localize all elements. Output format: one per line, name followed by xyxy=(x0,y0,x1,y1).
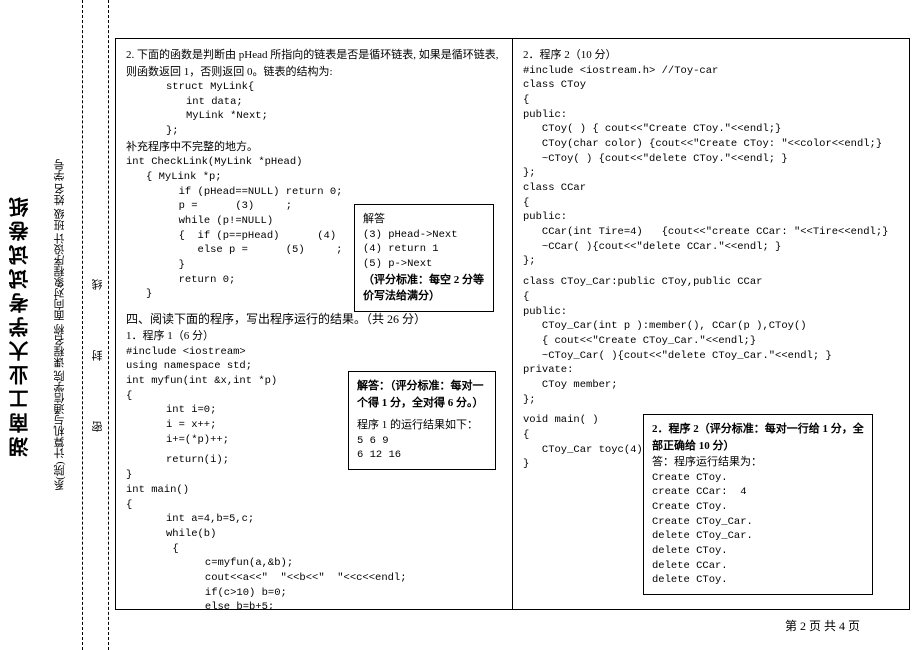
exam-title: 湖南工业大学考试试卷纸 xyxy=(6,193,35,457)
code: c=myfun(a,&b); xyxy=(126,556,502,571)
student-info-line: 系(院) 计算机与通信学院 课程名称 面向对象程序设计 班级 姓名 学号 xyxy=(52,159,68,491)
code: CToy(char color) {cout<<"Create CToy: "<… xyxy=(523,137,899,152)
code: }; xyxy=(126,124,502,139)
main-content: 2. 下面的函数是判断由 pHead 所指向的链表是否是循环链表, 如果是循环链… xyxy=(115,38,910,610)
vertical-title-bar: 湖南工业大学考试试卷纸 xyxy=(0,0,40,650)
code: { xyxy=(523,290,899,305)
ans-header: 2．程序 2（评分标准：每对一行给 1 分，全部正确给 10 分） xyxy=(652,421,864,454)
seal-dash-right xyxy=(108,0,109,650)
ans-line: (3) pHead->Next xyxy=(363,228,485,243)
code: cout<<a<<" "<<b<<" "<<c<<endl; xyxy=(126,571,502,586)
code: ~CCar( ){cout<<"delete CCar."<<endl; } xyxy=(523,240,899,255)
ans-line: Create CToy. xyxy=(652,471,864,486)
ans-line: delete CToy. xyxy=(652,573,864,588)
ans-line: (5) p->Next xyxy=(363,257,485,272)
code: int CheckLink(MyLink *pHead) xyxy=(126,155,502,170)
code: public: xyxy=(523,210,899,225)
ans-line: (4) return 1 xyxy=(363,242,485,257)
ans-line: 5 6 9 xyxy=(357,434,487,449)
answer-box-1: 解答 (3) pHead->Next (4) return 1 (5) p->N… xyxy=(354,204,494,312)
code: if (pHead==NULL) return 0; xyxy=(126,185,502,200)
vertical-info-bar: 系(院) 计算机与通信学院 课程名称 面向对象程序设计 班级 姓名 学号 xyxy=(45,0,75,650)
code: { xyxy=(523,196,899,211)
section-4-title: 四、阅读下面的程序，写出程序运行的结果。（共 26 分） xyxy=(126,310,502,328)
ans-line: Create CToy. xyxy=(652,500,864,515)
code: int a=4,b=5,c; xyxy=(126,512,502,527)
code: int main() xyxy=(126,483,502,498)
code: ~CToy( ) {cout<<"delete CToy."<<endl; } xyxy=(523,152,899,167)
code: class CCar xyxy=(523,181,899,196)
code: CCar(int Tire=4) {cout<<"create CCar: "<… xyxy=(523,225,899,240)
code: { MyLink *p; xyxy=(126,170,502,185)
ans-score: （评分标准：每空 2 分等价写法给满分） xyxy=(363,272,485,305)
code: MyLink *Next; xyxy=(126,109,502,124)
q2-intro: 2. 下面的函数是判断由 pHead 所指向的链表是否是循环链表, 如果是循环链… xyxy=(126,47,502,80)
code: while(b) xyxy=(126,527,502,542)
ans-text: 程序 1 的运行结果如下： xyxy=(357,417,487,434)
ans-line: 6 12 16 xyxy=(357,448,487,463)
code: { xyxy=(126,542,502,557)
code: { xyxy=(126,498,502,513)
ans-line: create CCar: 4 xyxy=(652,485,864,500)
ans-header: 解答：（评分标准：每对一个得 1 分，全对得 6 分。） xyxy=(357,378,487,411)
seal-line-wrap: 密封线 xyxy=(85,0,110,650)
code: class CToy_Car:public CToy,public CCar xyxy=(523,275,899,290)
seal-dash-left xyxy=(82,0,83,650)
code: CToy( ) { cout<<"Create CToy."<<endl;} xyxy=(523,122,899,137)
prog1-header: 1．程序 1（6 分） xyxy=(126,328,502,345)
ans-line: Create CToy_Car. xyxy=(652,515,864,530)
code: #include <iostream.h> //Toy-car xyxy=(523,64,899,79)
answer-box-2: 解答：（评分标准：每对一个得 1 分，全对得 6 分。） 程序 1 的运行结果如… xyxy=(348,371,496,470)
code: private: xyxy=(523,363,899,378)
ans-line: delete CToy_Car. xyxy=(652,529,864,544)
ans-text: 答：程序运行结果为： xyxy=(652,454,864,471)
code: public: xyxy=(523,305,899,320)
code: if(c>10) b=0; xyxy=(126,586,502,601)
code: class CToy xyxy=(523,78,899,93)
ans-line: delete CToy. xyxy=(652,544,864,559)
code: int data; xyxy=(126,95,502,110)
code: CToy member; xyxy=(523,378,899,393)
code: public: xyxy=(523,108,899,123)
code: #include <iostream> xyxy=(126,345,502,360)
code: { cout<<"Create CToy_Car."<<endl;} xyxy=(523,334,899,349)
code: CToy_Car(int p ):member(), CCar(p ),CToy… xyxy=(523,319,899,334)
code: { xyxy=(523,93,899,108)
code: }; xyxy=(523,393,899,408)
left-column: 2. 下面的函数是判断由 pHead 所指向的链表是否是循环链表, 如果是循环链… xyxy=(116,39,513,609)
code: struct MyLink{ xyxy=(126,80,502,95)
code: } xyxy=(126,468,502,483)
prog2-header: 2．程序 2（10 分） xyxy=(523,47,899,64)
seal-line-text: 密封线 xyxy=(90,219,106,432)
answer-box-3: 2．程序 2（评分标准：每对一行给 1 分，全部正确给 10 分） 答：程序运行… xyxy=(643,414,873,595)
right-column: 2．程序 2（10 分） #include <iostream.h> //Toy… xyxy=(513,39,909,609)
q2-hint: 补充程序中不完整的地方。 xyxy=(126,139,502,156)
page-footer: 第 2 页 共 4 页 xyxy=(785,617,860,634)
code: }; xyxy=(523,254,899,269)
code: else b=b+5; xyxy=(126,600,502,609)
code: ~CToy_Car( ){cout<<"delete CToy_Car."<<e… xyxy=(523,349,899,364)
code: }; xyxy=(523,166,899,181)
ans-header: 解答 xyxy=(363,211,485,228)
ans-line: delete CCar. xyxy=(652,559,864,574)
